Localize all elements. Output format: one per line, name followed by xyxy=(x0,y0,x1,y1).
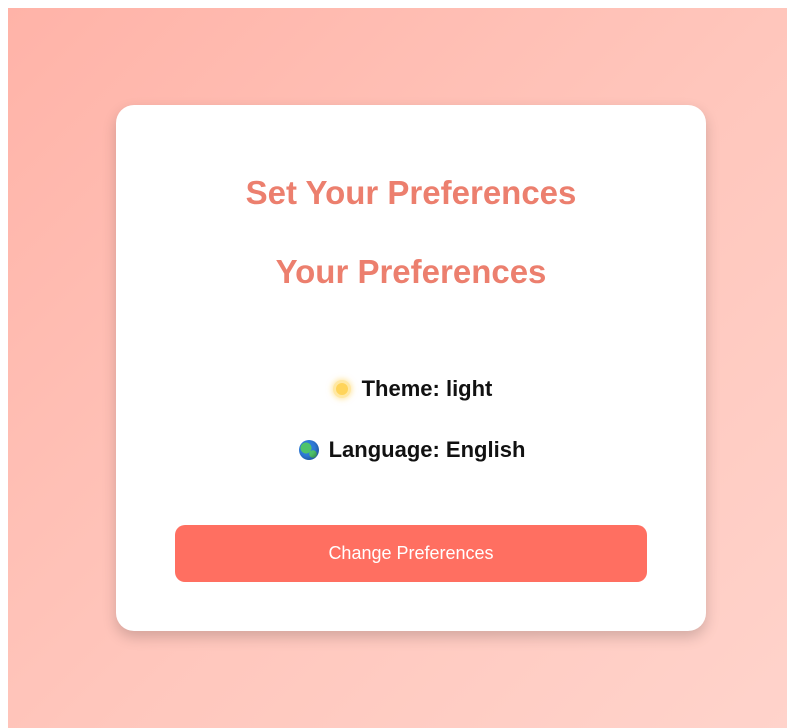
preferences-card: Set Your Preferences Your Preferences Th… xyxy=(116,105,706,631)
page-title: Set Your Preferences xyxy=(245,174,577,211)
page-background: Set Your Preferences Your Preferences Th… xyxy=(8,8,787,728)
globe-icon xyxy=(297,438,321,462)
change-preferences-button[interactable]: Change Preferences xyxy=(175,525,647,582)
language-preference: Language: English xyxy=(116,436,706,464)
preferences-subtitle: Your Preferences xyxy=(275,253,547,290)
sun-icon xyxy=(330,377,354,401)
language-label: Language: English xyxy=(328,437,526,462)
theme-preference: Theme: light xyxy=(116,375,706,403)
theme-label: Theme: light xyxy=(361,376,493,401)
